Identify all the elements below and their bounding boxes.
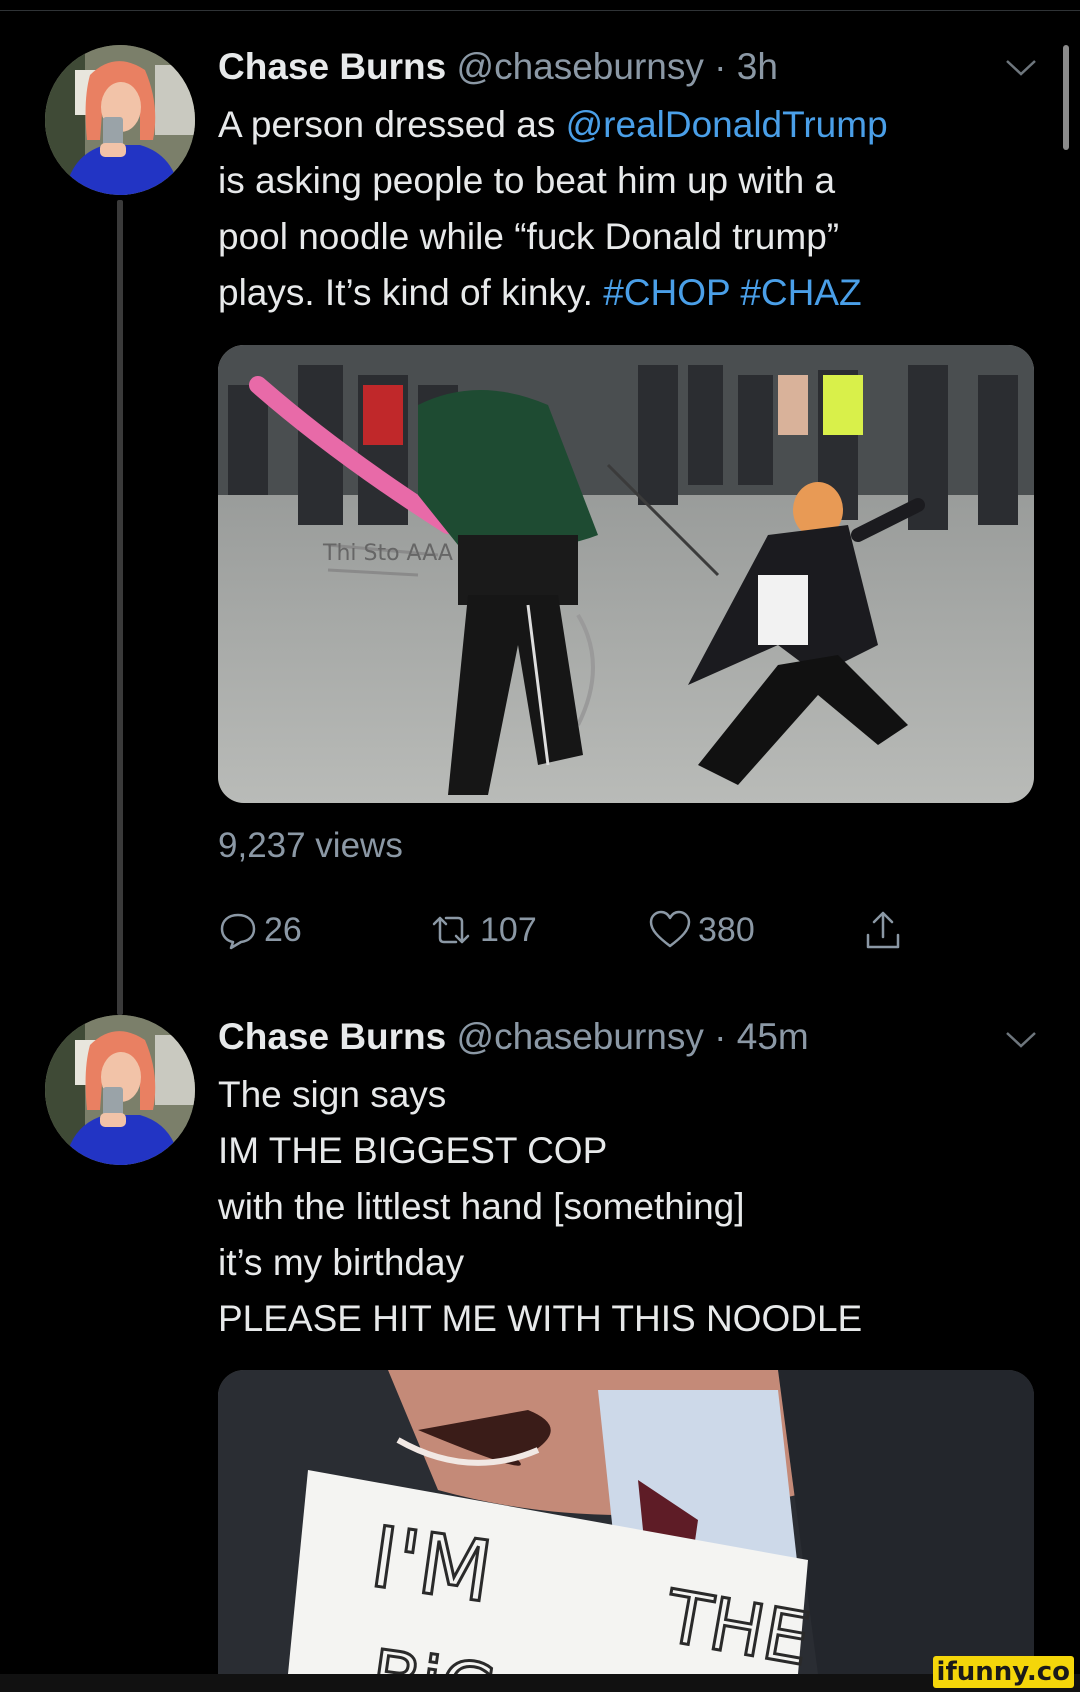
tweet-text-line: pool noodle while “fuck Donald trump”: [218, 216, 840, 257]
avatar-photo: [45, 45, 195, 195]
bottom-bar: [0, 1674, 1080, 1692]
top-divider: [0, 10, 1080, 11]
tweet-header: Chase Burns @chaseburnsy · 3h: [218, 45, 778, 89]
sign-text-line: I'M: [365, 1508, 498, 1622]
share-button[interactable]: [863, 905, 909, 955]
reply-count: 26: [264, 910, 302, 949]
like-button[interactable]: 380: [648, 905, 755, 955]
heart-icon: [649, 910, 691, 948]
hashtag-link[interactable]: #CHOP: [603, 272, 730, 313]
author-name[interactable]: Chase Burns: [218, 46, 446, 87]
video-frame-image: Thi Sto AAA: [218, 345, 1034, 803]
scrollbar[interactable]: [1063, 45, 1069, 150]
thread-connector-line: [117, 200, 123, 1015]
hashtag-link[interactable]: #CHAZ: [740, 272, 861, 313]
tweet-text-line: is asking people to beat him up with a: [218, 160, 836, 201]
share-icon: [866, 911, 900, 949]
tweet-text: A person dressed as @realDonaldTrump is …: [218, 97, 888, 321]
reply-icon: [220, 913, 256, 950]
mention-link[interactable]: @realDonaldTrump: [566, 104, 888, 145]
reply-button[interactable]: 26: [218, 905, 302, 955]
ground-chalk-text: Thi Sto AAA: [322, 541, 453, 566]
like-count: 380: [698, 910, 755, 949]
chevron-down-icon[interactable]: [1004, 58, 1038, 78]
retweet-count: 107: [480, 910, 537, 949]
chevron-down-icon[interactable]: [1004, 1030, 1038, 1050]
tweet-actions: 26 107 380: [218, 905, 918, 955]
tweet-text-line: it’s my birthday: [218, 1242, 465, 1283]
view-count: 9,237 views: [218, 826, 403, 865]
photo-media[interactable]: I'M THE BiG: [218, 1370, 1034, 1674]
avatar[interactable]: [45, 45, 195, 195]
tweet-text-line: PLEASE HIT ME WITH THIS NOODLE: [218, 1298, 863, 1339]
tweet-text-line: A person dressed as: [218, 104, 566, 145]
ifunny-watermark: ifunny.co: [932, 1656, 1074, 1688]
avatar[interactable]: [45, 1015, 195, 1165]
retweet-button[interactable]: 107: [428, 905, 537, 955]
tweet-text-line: with the littlest hand [something]: [218, 1186, 745, 1227]
author-handle-time[interactable]: @chaseburnsy · 3h: [457, 46, 778, 87]
tweet-text-line: plays. It’s kind of kinky.: [218, 272, 604, 313]
author-name[interactable]: Chase Burns: [218, 1016, 446, 1057]
tweet-text-line: The sign says: [218, 1074, 447, 1115]
retweet-icon: [432, 916, 470, 944]
tweet-header: Chase Burns @chaseburnsy · 45m: [218, 1015, 809, 1059]
sign-photo-image: I'M THE BiG: [218, 1370, 1034, 1674]
avatar-photo: [45, 1015, 195, 1165]
author-handle-time[interactable]: @chaseburnsy · 45m: [457, 1016, 809, 1057]
video-media[interactable]: Thi Sto AAA: [218, 345, 1034, 803]
tweet-text: The sign says IM THE BIGGEST COP with th…: [218, 1067, 862, 1347]
tweet-text-line: IM THE BIGGEST COP: [218, 1130, 608, 1171]
